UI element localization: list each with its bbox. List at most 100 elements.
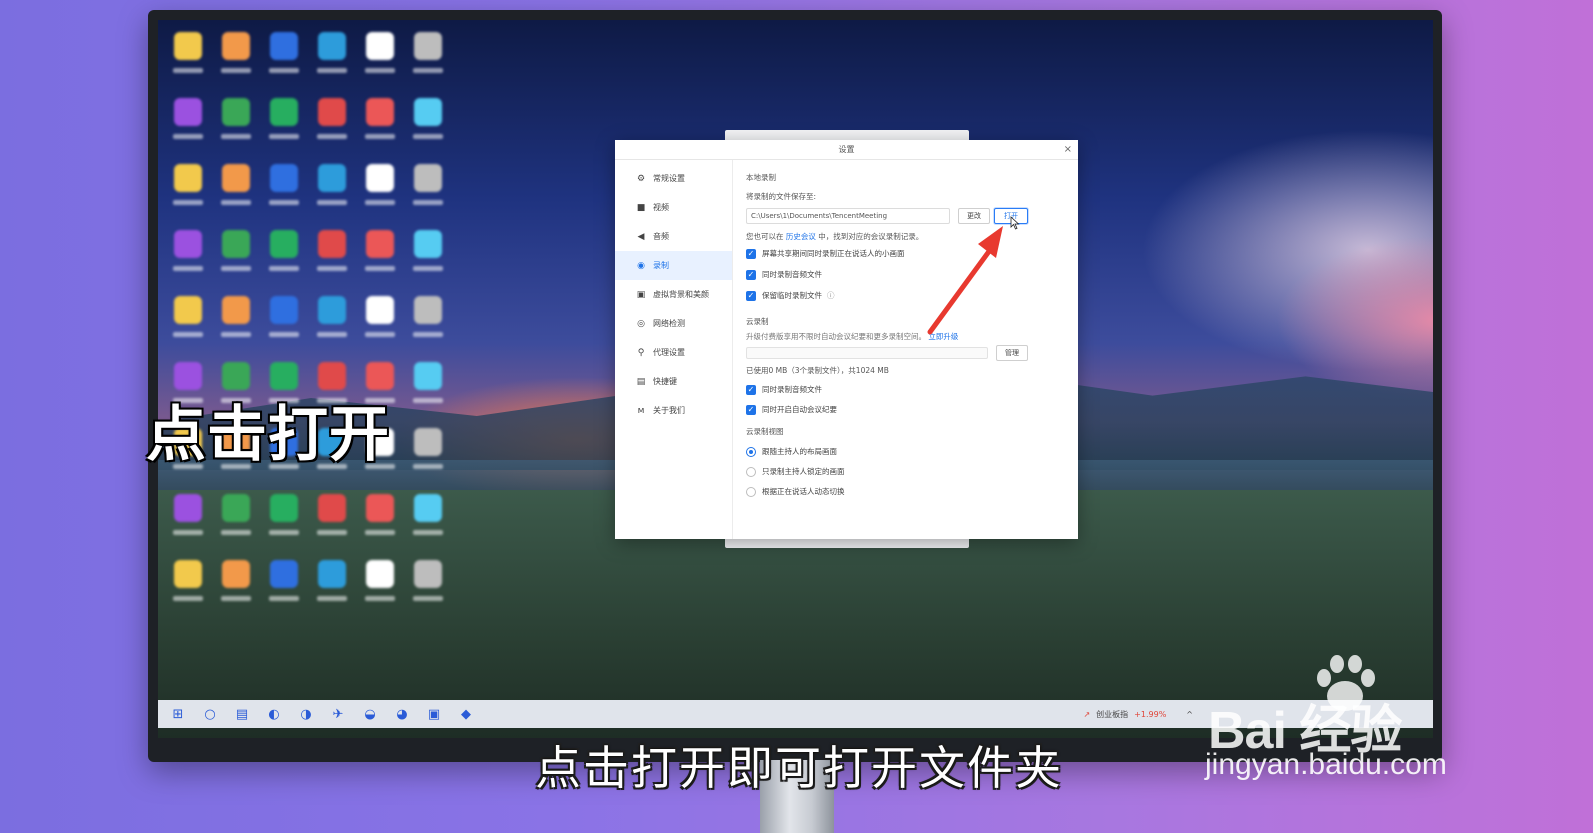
upgrade-link[interactable]: 立即升级 [928, 332, 958, 341]
sidebar-item[interactable]: ■ 视频 [615, 193, 732, 222]
desktop-app-icon[interactable] [164, 290, 212, 356]
taskbar-app-icon[interactable]: ⊞ [162, 700, 194, 728]
app-label-blurred [317, 332, 347, 337]
save-path-field[interactable]: C:\Users\1\Documents\TencentMeeting [746, 208, 950, 224]
desktop-app-icon[interactable] [404, 26, 452, 92]
desktop-app-icon[interactable] [212, 290, 260, 356]
option-record-speaker-thumbnail[interactable]: ✓ 屏幕共享期间同时录制正在说话人的小画面 [746, 248, 905, 259]
desktop-app-icon[interactable] [164, 488, 212, 554]
close-icon[interactable]: × [1064, 140, 1072, 160]
desktop-app-icon[interactable] [164, 26, 212, 92]
radio-selected[interactable] [746, 446, 756, 457]
save-path-label: 将录制的文件保存至: [746, 192, 817, 201]
radio-active-speaker[interactable]: 根据正在说话人动态切换 [746, 486, 845, 497]
desktop-app-icon[interactable] [260, 26, 308, 92]
desktop-app-icon[interactable] [356, 290, 404, 356]
taskbar-app-icon[interactable]: ○ [194, 700, 226, 728]
desktop-app-icon[interactable] [404, 554, 452, 620]
desktop-app-icon[interactable] [308, 92, 356, 158]
desktop-app-icon[interactable] [260, 554, 308, 620]
sidebar-item[interactable]: ▤ 快捷键 [615, 367, 732, 396]
desktop-app-icon[interactable] [164, 92, 212, 158]
desktop-app-icon[interactable] [356, 158, 404, 224]
desktop-app-icon[interactable] [260, 158, 308, 224]
desktop-app-icon[interactable] [260, 92, 308, 158]
taskbar-app-icon[interactable]: ▣ [418, 700, 450, 728]
desktop-app-icon[interactable] [164, 224, 212, 290]
radio-follow-host-layout[interactable]: 跟随主持人的布局画面 [746, 446, 837, 457]
stock-name[interactable]: 创业板指 [1096, 709, 1128, 720]
app-label-blurred [269, 134, 299, 139]
desktop-app-icon[interactable] [404, 290, 452, 356]
desktop-app-icon[interactable] [404, 92, 452, 158]
desktop-app-icon[interactable] [212, 488, 260, 554]
info-icon[interactable]: ⓘ [827, 290, 835, 301]
sidebar-item[interactable]: ◉ 录制 [615, 251, 732, 280]
desktop-app-icon[interactable] [260, 290, 308, 356]
option-record-audio-file[interactable]: ✓ 同时录制音频文件 [746, 269, 822, 280]
speaker-icon: ◀ [637, 231, 645, 242]
desktop-app-icon[interactable] [212, 92, 260, 158]
option-keep-temp-files[interactable]: ✓ 保留临时录制文件 ⓘ [746, 290, 835, 301]
change-path-button[interactable]: 更改 [958, 208, 990, 224]
taskbar-app-icon[interactable]: ▤ [226, 700, 258, 728]
desktop-app-icon[interactable] [260, 224, 308, 290]
taskbar-app-icon[interactable]: ◕ [386, 700, 418, 728]
desktop-app-icon[interactable] [308, 554, 356, 620]
cloud-view-title: 云录制视图 [746, 427, 784, 436]
desktop-app-icon[interactable] [260, 488, 308, 554]
stock-chart-icon[interactable]: ↗ [1083, 710, 1090, 719]
desktop-app-icon[interactable] [356, 92, 404, 158]
desktop-app-icon[interactable] [308, 26, 356, 92]
taskbar-app-icon[interactable]: ◑ [290, 700, 322, 728]
app-label-blurred [173, 200, 203, 205]
sidebar-item[interactable]: ◀ 音频 [615, 222, 732, 251]
checkbox-checked[interactable]: ✓ [746, 290, 756, 301]
desktop-app-icon[interactable] [356, 488, 404, 554]
option-cloud-record-audio[interactable]: ✓ 同时录制音频文件 [746, 384, 822, 395]
taskbar-app-icon[interactable]: ◆ [450, 700, 482, 728]
sidebar-item[interactable]: ᴍ 关于我们 [615, 396, 732, 425]
desktop-app-icon[interactable] [404, 224, 452, 290]
desktop-app-icon[interactable] [308, 488, 356, 554]
app-tile-icon [318, 560, 346, 588]
checkbox-checked[interactable]: ✓ [746, 248, 756, 259]
desktop-app-icon[interactable] [164, 158, 212, 224]
checkbox-checked[interactable]: ✓ [746, 269, 756, 280]
desktop-app-icon[interactable] [212, 26, 260, 92]
taskbar-app-icon[interactable]: ✈ [322, 700, 354, 728]
app-label-blurred [365, 530, 395, 535]
option-auto-minutes[interactable]: ✓ 同时开启自动会议纪要 [746, 404, 837, 415]
app-label-blurred [269, 266, 299, 271]
checkbox-checked[interactable]: ✓ [746, 384, 756, 395]
app-tile-icon [270, 560, 298, 588]
desktop-app-icon[interactable] [212, 224, 260, 290]
desktop-app-icon[interactable] [212, 158, 260, 224]
desktop-app-icon[interactable] [404, 422, 452, 488]
checkbox-checked[interactable]: ✓ [746, 404, 756, 415]
desktop-app-icon[interactable] [356, 26, 404, 92]
upgrade-text: 升级付费版享用不限时自动会议纪要和更多录制空间。 [746, 332, 926, 341]
desktop-app-icon[interactable] [404, 488, 452, 554]
taskbar-app-icon[interactable]: ◒ [354, 700, 386, 728]
history-meetings-link[interactable]: 历史会议 [786, 232, 816, 241]
desktop-app-icon[interactable] [356, 224, 404, 290]
desktop-app-icon[interactable] [308, 158, 356, 224]
desktop-app-icon[interactable] [212, 554, 260, 620]
manage-button[interactable]: 管理 [996, 345, 1028, 361]
tray-expand-icon[interactable]: ^ [1186, 710, 1193, 719]
desktop-app-icon[interactable] [356, 554, 404, 620]
sidebar-item[interactable]: ⚙ 常规设置 [615, 164, 732, 193]
radio-host-locked-view[interactable]: 只录制主持人锁定的画面 [746, 466, 845, 477]
radio-unselected[interactable] [746, 466, 756, 477]
desktop-app-icon[interactable] [164, 554, 212, 620]
sidebar-item[interactable]: ◎ 网络检测 [615, 309, 732, 338]
sidebar-item[interactable]: ⚲ 代理设置 [615, 338, 732, 367]
desktop-app-icon[interactable] [308, 224, 356, 290]
desktop-app-icon[interactable] [404, 158, 452, 224]
desktop-app-icon[interactable] [404, 356, 452, 422]
taskbar-app-icon[interactable]: ◐ [258, 700, 290, 728]
desktop-app-icon[interactable] [308, 290, 356, 356]
sidebar-item[interactable]: ▣ 虚拟背景和美颜 [615, 280, 732, 309]
radio-unselected[interactable] [746, 486, 756, 497]
